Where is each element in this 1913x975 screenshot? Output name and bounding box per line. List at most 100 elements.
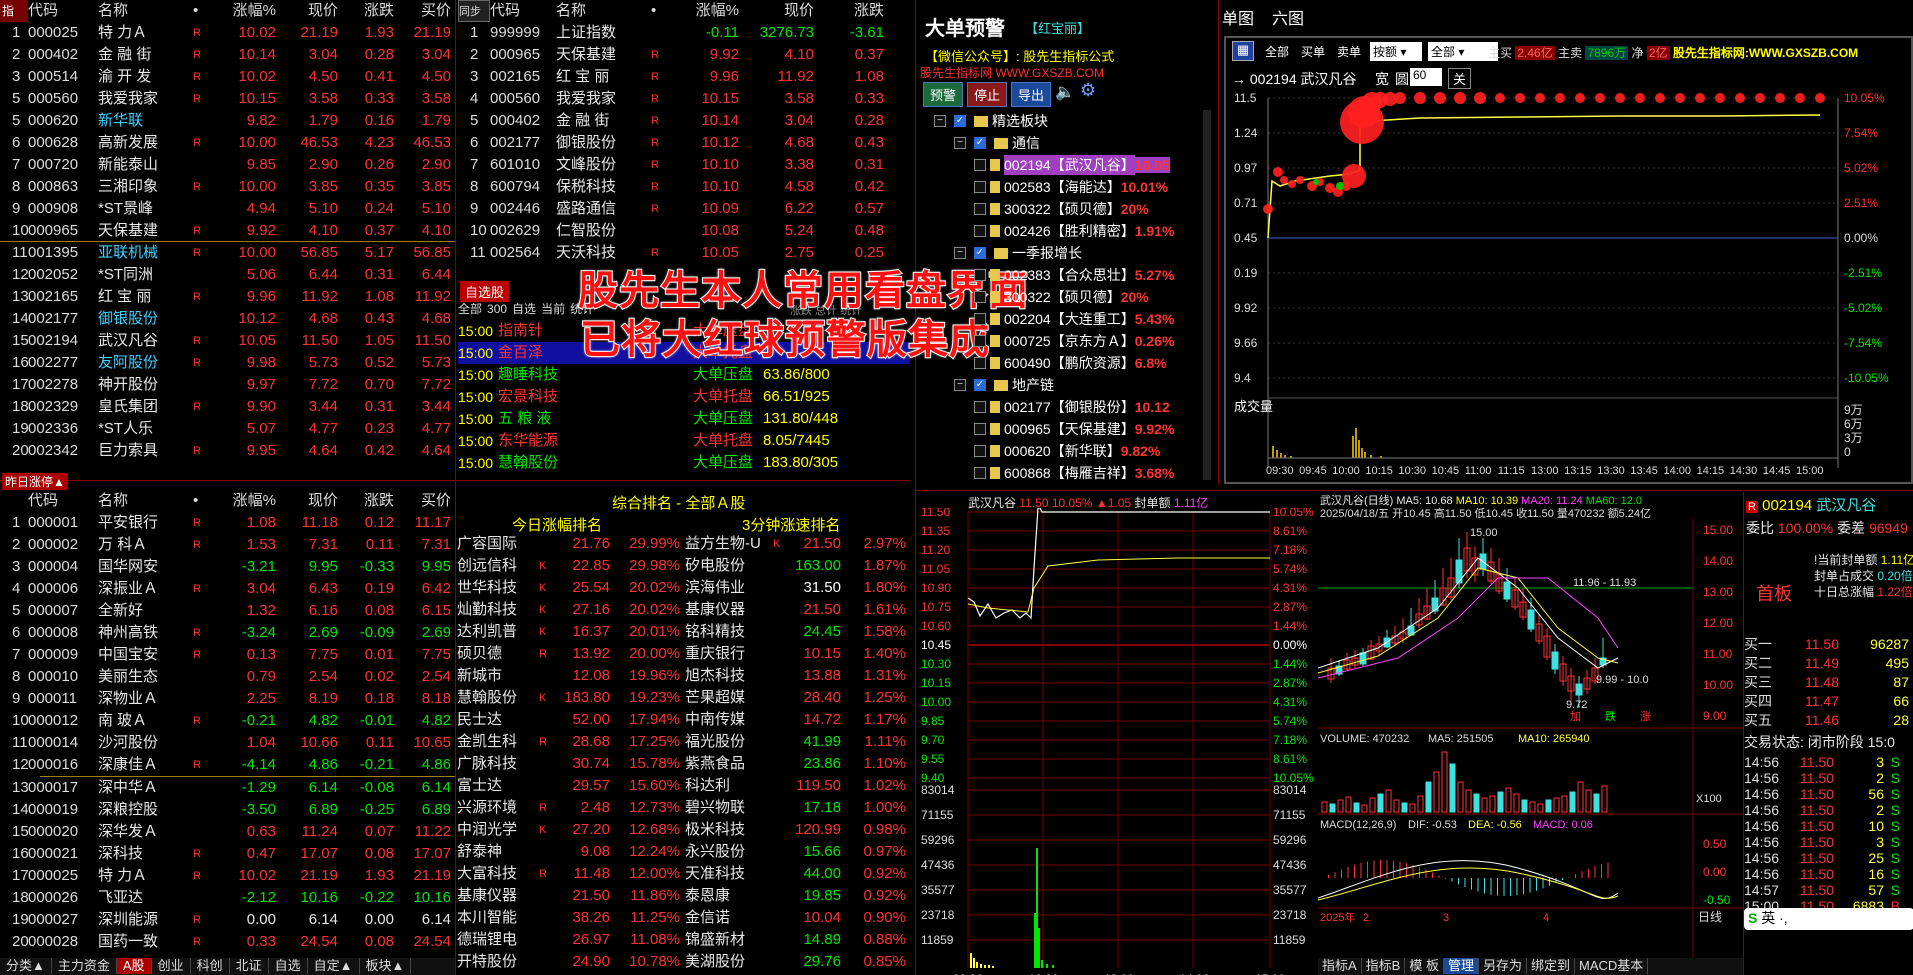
rank-row[interactable]: 碧兴物联 17.18 1.00% (685, 797, 910, 819)
tree-item[interactable]: 002204【大连重工】 5.43% (920, 308, 1210, 330)
view-tab[interactable]: 单图 (1222, 11, 1254, 28)
rank-row[interactable]: 基康仪器 21.50 11.86% (457, 885, 682, 907)
checkbox-icon[interactable] (974, 225, 986, 237)
column-header[interactable]: 同步 (458, 0, 490, 22)
rank-row[interactable]: 本川智能 38.26 11.25% (457, 907, 682, 929)
rank-row[interactable]: 滨海伟业 31.50 1.80% (685, 577, 910, 599)
table-row[interactable]: 9 000908 *ST景峰 4.94 5.10 0.24 5.10 (0, 198, 455, 220)
indicator-tab[interactable]: 模 板 (1405, 958, 1444, 974)
tree-item[interactable]: 002194【武汉凡谷】 10.05 (920, 154, 1210, 176)
table-row[interactable]: 6 000008 神州高铁 R -3.24 2.69 -0.09 2.69 (0, 622, 455, 644)
checkbox-icon[interactable] (974, 313, 986, 325)
table-row[interactable]: 19 002336 *ST人乐 5.07 4.77 0.23 4.77 (0, 418, 455, 440)
table-row[interactable]: 20 000028 国药一致 R 0.33 24.54 0.08 24.54 (0, 931, 455, 953)
rank-row[interactable]: 天准科技 44.00 0.92% (685, 863, 910, 885)
checkbox-icon[interactable]: ✓ (974, 137, 986, 149)
tree-item[interactable]: 000514【渝开发】10.02% (920, 484, 1210, 485)
column-header[interactable]: • (193, 490, 211, 512)
alert-stop-button[interactable]: 停止 (967, 82, 1008, 107)
bid-row[interactable]: 买一 11.50 96287 (1744, 635, 1913, 654)
table-row[interactable]: 10 000012 南 玻Ａ R -0.21 4.82 -0.01 4.82 (0, 710, 455, 732)
checkbox-icon[interactable] (974, 269, 986, 281)
checkbox-icon[interactable] (974, 335, 986, 347)
checkbox-icon[interactable] (974, 357, 986, 369)
column-header[interactable]: 代码 (28, 490, 98, 512)
rank-row[interactable]: 益方生物-U K 21.50 2.97% (685, 533, 910, 555)
yesterday-limitup-tab[interactable]: 昨日涨停▲ (2, 473, 68, 490)
rank-row[interactable]: 科达利 119.50 1.02% (685, 775, 910, 797)
tree-item[interactable]: 002177【御银股份】 10.12 (920, 396, 1210, 418)
table-row[interactable]: 11 000014 沙河股份 1.04 10.66 0.11 10.65 (0, 732, 455, 754)
tree-item[interactable]: 002383【合众思壮】 5.27% (920, 264, 1210, 286)
rank-row[interactable]: 硕贝德 R 13.92 20.00% (457, 643, 682, 665)
table-row[interactable]: 14 000019 深粮控股 -3.50 6.89 -0.25 6.89 (0, 799, 455, 821)
column-header[interactable]: 涨跌 (338, 490, 394, 512)
rank-row[interactable]: 美湖股份 29.76 0.85% (685, 951, 910, 973)
rank-row[interactable]: 紫燕食品 23.86 1.10% (685, 753, 910, 775)
gear-icon[interactable]: ⚙ (1080, 80, 1096, 101)
checkbox-icon[interactable] (974, 291, 986, 303)
table-row[interactable]: 6 002177 御银股份 R 10.12 4.68 0.43 (458, 132, 910, 154)
table-row[interactable]: 13 000017 深中华Ａ -1.29 6.14 -0.08 6.14 (0, 777, 455, 799)
view-tabs[interactable]: 单图 六图 (1222, 5, 1322, 29)
alert-row[interactable]: 15:00 东华能源 大单托盘 8.05/7445 (458, 430, 910, 452)
rank-row[interactable]: 创远信科 K 22.85 29.98% (457, 555, 682, 577)
table-row[interactable]: 8 000010 美丽生态 0.79 2.54 0.02 2.54 (0, 666, 455, 688)
checkbox-icon[interactable] (974, 159, 986, 171)
table-row[interactable]: 9 000011 深物业Ａ 2.25 8.19 0.18 8.18 (0, 688, 455, 710)
table-row[interactable]: 4 000006 深振业Ａ R 3.04 6.43 0.19 6.42 (0, 578, 455, 600)
tree-item[interactable]: 002583【海能达】 10.01% (920, 176, 1210, 198)
column-header[interactable]: 代码 (28, 0, 98, 22)
rank-row[interactable]: 金凯生科 R 28.68 17.25% (457, 731, 682, 753)
checkbox-icon[interactable] (974, 401, 986, 413)
ime-bar[interactable]: S 英 ·, (1744, 908, 1913, 930)
indicator-tab[interactable]: 绑定到 (1527, 958, 1576, 974)
table-row[interactable]: 12 002052 *ST同洲 5.06 6.44 0.31 6.44 (0, 264, 455, 286)
alert-row[interactable]: 15:00 宏景科技 大单托盘 66.51/925 (458, 386, 910, 408)
checkbox-icon[interactable] (974, 445, 986, 457)
checkbox-icon[interactable] (974, 181, 986, 193)
table-row[interactable]: 4 000560 我爱我家 R 10.15 3.58 0.33 (458, 88, 910, 110)
tree-item[interactable]: 002426【胜利精密】 1.91% (920, 220, 1210, 242)
filter-select[interactable]: 按额 ▾ (1370, 42, 1423, 61)
expand-icon[interactable]: − (954, 137, 966, 149)
rank-row[interactable]: 极米科技 120.99 0.98% (685, 819, 910, 841)
filter-button[interactable]: 买单 (1298, 42, 1328, 61)
rank-row[interactable]: 铭科精技 24.45 1.58% (685, 621, 910, 643)
table-row[interactable]: 1 999999 上证指数 -0.11 3276.73 -3.61 (458, 22, 910, 44)
table-row[interactable]: 18 002329 皇氏集团 R 9.90 3.44 0.31 3.44 (0, 396, 455, 418)
table-row[interactable]: 15 000020 深华发Ａ 0.63 11.24 0.07 11.22 (0, 821, 455, 843)
column-header[interactable]: • (193, 0, 211, 22)
column-header[interactable]: 涨幅% (669, 0, 739, 22)
subtab[interactable]: 当前 (541, 302, 565, 316)
table-row[interactable]: 13 002165 红 宝 丽 R 9.96 11.92 1.08 11.92 (0, 286, 455, 308)
table-row[interactable]: 17 002278 神开股份 9.97 7.72 0.70 7.72 (0, 374, 455, 396)
table-row[interactable]: 18 000026 飞亚达 -2.12 10.16 -0.22 10.16 (0, 887, 455, 909)
table-row[interactable]: 1 000001 平安银行 R 1.08 11.18 0.12 11.17 (0, 512, 455, 534)
column-header[interactable]: 买价 (394, 490, 451, 512)
indicator-tab[interactable]: 指标A (1318, 958, 1362, 974)
rank-row[interactable]: 富士达 29.57 15.60% (457, 775, 682, 797)
tree-item[interactable]: 000965【天保基建】 9.92% (920, 418, 1210, 440)
table-row[interactable]: 3 000514 渝 开 发 R 10.02 4.50 0.41 4.50 (0, 66, 455, 88)
column-header[interactable]: 涨幅% (211, 490, 276, 512)
table-row[interactable]: 9 002446 盛路通信 R 10.09 6.22 0.57 (458, 198, 910, 220)
rank-row[interactable]: 基康仪器 21.50 1.61% (685, 599, 910, 621)
rank-row[interactable]: 德瑞锂电 26.97 11.08% (457, 929, 682, 951)
rank-row[interactable]: 中南传媒 14.72 1.17% (685, 709, 910, 731)
market-tab[interactable]: 创业 (152, 958, 191, 974)
column-header[interactable]: 涨幅% (211, 0, 276, 22)
table-row[interactable]: 2 000965 天保基建 R 9.92 4.10 0.37 (458, 44, 910, 66)
subtab[interactable]: 300 (487, 302, 507, 316)
market-tab[interactable]: 自定▲ (308, 958, 360, 974)
tick-filter-buttons[interactable]: 全部 买单 卖单 按额 ▾ 全部 ▾ (1262, 42, 1504, 61)
bid-row[interactable]: 买四 11.47 66 (1744, 692, 1913, 711)
market-tab[interactable]: 科创 (191, 958, 230, 974)
table-row[interactable]: 15 002194 武汉凡谷 R 10.05 11.50 1.05 11.50 (0, 330, 455, 352)
rank-row[interactable]: 锦盛新材 14.89 0.88% (685, 929, 910, 951)
column-header[interactable]: 现价 (276, 0, 338, 22)
rank-row[interactable]: 金信诺 10.04 0.90% (685, 907, 910, 929)
alert-row[interactable]: 15:00 慧翰股份 大单压盘 183.80/305 (458, 452, 910, 474)
alert-row[interactable]: 15:00 趣睡科技 大单压盘 63.86/800 (458, 364, 910, 386)
bid-row[interactable]: 买五 11.46 28 (1744, 711, 1913, 730)
